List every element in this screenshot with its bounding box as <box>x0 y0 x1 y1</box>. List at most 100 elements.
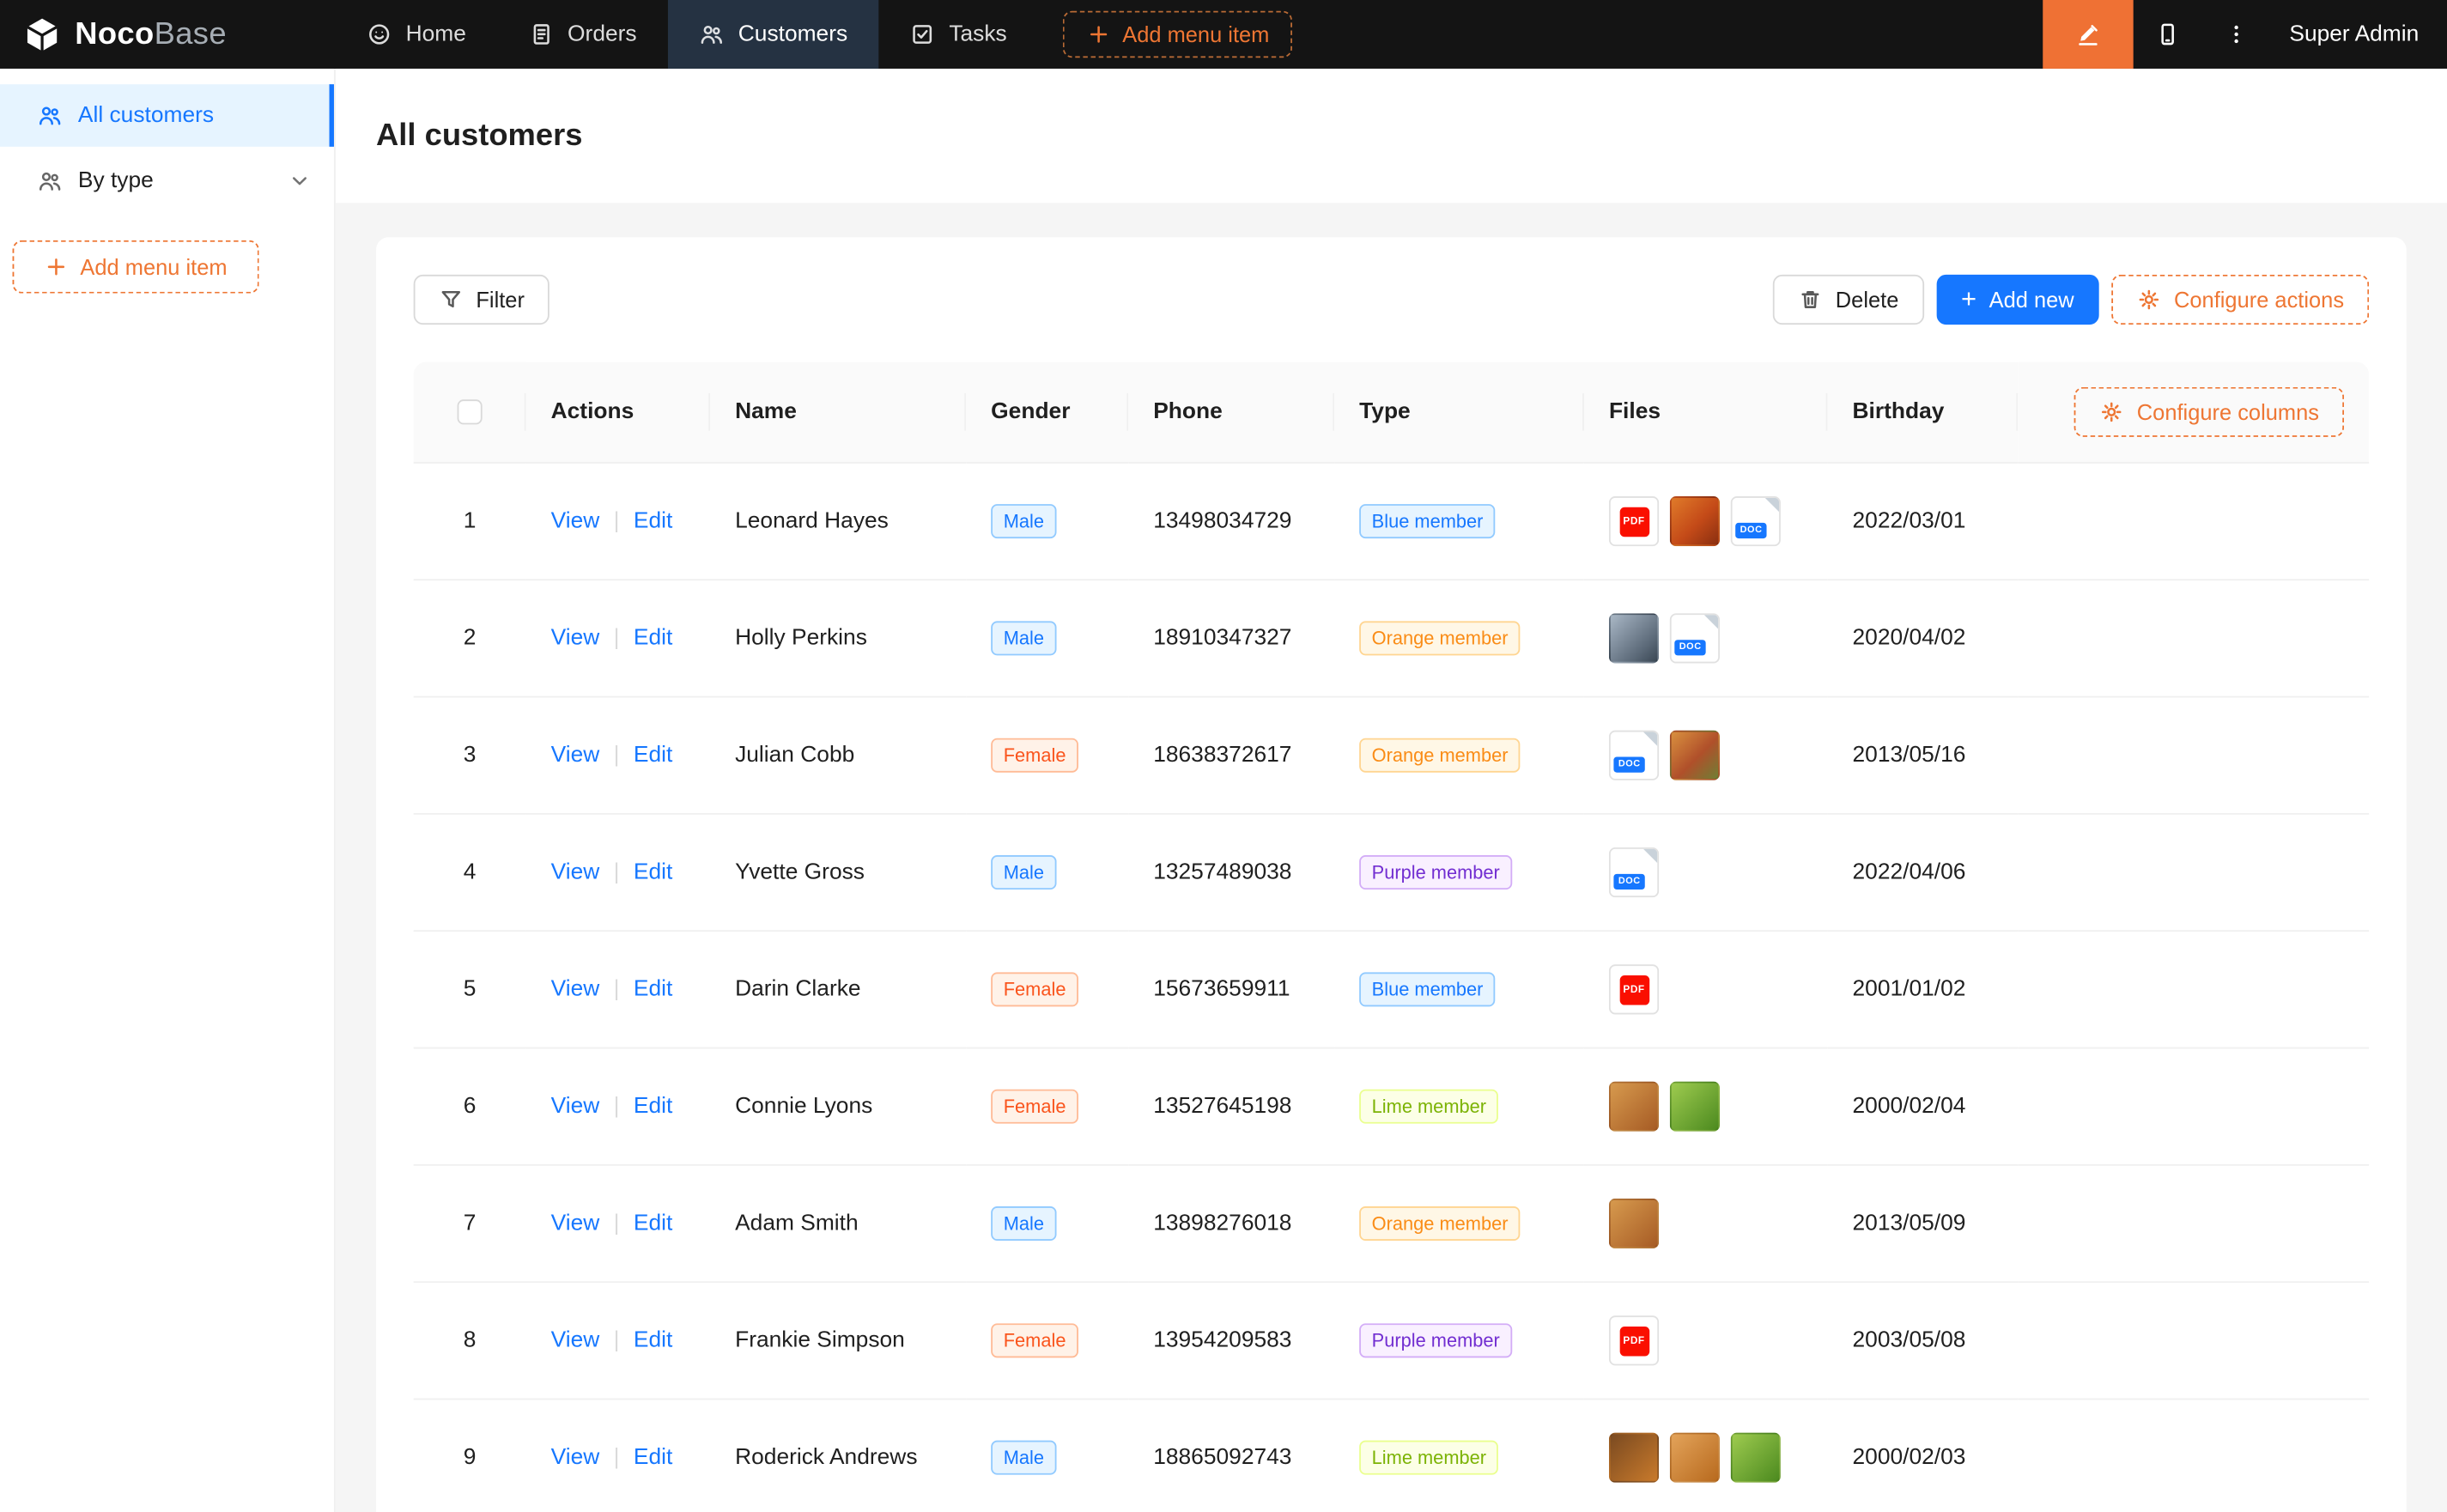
pdf-file-thumbnail[interactable]: PDF <box>1609 1315 1659 1365</box>
edit-link[interactable]: Edit <box>634 1445 672 1470</box>
table-row: 7View|EditAdam SmithMale13898276018Orang… <box>414 1165 2369 1282</box>
image-thumbnail[interactable] <box>1609 1082 1659 1132</box>
top-navbar: NocoBase HomeOrdersCustomersTasks Add me… <box>0 0 2447 69</box>
files-cell: PDF <box>1584 931 1828 1047</box>
edit-link[interactable]: Edit <box>634 1211 672 1236</box>
pdf-file-thumbnail[interactable]: PDF <box>1609 496 1659 546</box>
view-link[interactable]: View <box>551 1211 600 1236</box>
add-menu-item-button[interactable]: Add menu item <box>1063 11 1293 58</box>
gender-cell: Female <box>966 931 1128 1047</box>
image-thumbnail[interactable] <box>1609 1433 1659 1483</box>
edit-link[interactable]: Edit <box>634 743 672 768</box>
doc-file-thumbnail[interactable]: DOC <box>1609 731 1659 780</box>
sidebar-item-by-type[interactable]: By type <box>0 149 334 212</box>
row-index-cell: 6 <box>414 1048 526 1165</box>
view-link[interactable]: View <box>551 1328 600 1353</box>
doc-file-thumbnail[interactable]: DOC <box>1670 613 1720 663</box>
image-thumbnail[interactable] <box>1609 1199 1659 1248</box>
row-actions-cell: View|Edit <box>526 814 710 931</box>
sidebar-item-all-customers[interactable]: All customers <box>0 84 334 147</box>
gender-tag: Male <box>991 621 1056 655</box>
more-menu-button[interactable] <box>2202 0 2271 69</box>
customers-icon <box>699 21 724 46</box>
pdf-icon: PDF <box>1619 507 1649 537</box>
edit-link[interactable]: Edit <box>634 860 672 885</box>
action-separator: | <box>614 1328 620 1353</box>
action-separator: | <box>614 1211 620 1236</box>
select-all-checkbox[interactable] <box>458 399 483 424</box>
image-thumbnail[interactable] <box>1670 731 1720 780</box>
files-cell <box>1584 1399 1828 1512</box>
view-link[interactable]: View <box>551 977 600 1002</box>
spacer-cell <box>2018 697 2369 814</box>
ui-editor-button[interactable] <box>2043 0 2133 69</box>
gender-cell: Female <box>966 1282 1128 1399</box>
tab-tasks[interactable]: Tasks <box>879 0 1039 69</box>
doc-file-thumbnail[interactable]: DOC <box>1609 847 1659 897</box>
pdf-file-thumbnail[interactable]: PDF <box>1609 964 1659 1014</box>
type-cell: Orange member <box>1334 580 1584 696</box>
birthday-cell: 2013/05/16 <box>1827 697 2018 814</box>
highlighter-icon <box>2075 21 2100 46</box>
phone-cell: 13954209583 <box>1128 1282 1334 1399</box>
trash-icon <box>1798 287 1823 312</box>
row-actions-cell: View|Edit <box>526 697 710 814</box>
edit-link[interactable]: Edit <box>634 977 672 1002</box>
member-type-tag: Orange member <box>1359 621 1521 655</box>
image-thumbnail[interactable] <box>1670 496 1720 546</box>
view-link[interactable]: View <box>551 860 600 885</box>
gender-cell: Male <box>966 1165 1128 1282</box>
add-menu-item-label: Add menu item <box>1122 21 1269 46</box>
customers-table: Actions Name Gender Phone Type Files Bir… <box>414 362 2369 1512</box>
doc-icon: DOC <box>1613 757 1645 773</box>
user-name[interactable]: Super Admin <box>2271 21 2447 46</box>
phone-cell: 15673659911 <box>1128 931 1334 1047</box>
view-link[interactable]: View <box>551 1445 600 1470</box>
sidebar-menu: All customersBy type <box>0 84 334 212</box>
sidebar-add-menu-item-button[interactable]: Add menu item <box>13 240 259 294</box>
header-cell-birthday: Birthday <box>1827 362 2018 463</box>
table-row: 1View|EditLeonard HayesMale13498034729Bl… <box>414 463 2369 580</box>
mobile-view-button[interactable] <box>2134 0 2202 69</box>
add-new-button[interactable]: + Add new <box>1936 275 2099 325</box>
view-link[interactable]: View <box>551 743 600 768</box>
tab-home[interactable]: Home <box>336 0 497 69</box>
image-thumbnail[interactable] <box>1609 613 1659 663</box>
table-row: 9View|EditRoderick AndrewsMale1886509274… <box>414 1399 2369 1512</box>
phone-cell: 13527645198 <box>1128 1048 1334 1165</box>
doc-file-thumbnail[interactable]: DOC <box>1731 496 1781 546</box>
header-cell-name: Name <box>710 362 966 463</box>
tab-customers[interactable]: Customers <box>668 0 879 69</box>
birthday-cell: 2022/04/06 <box>1827 814 2018 931</box>
member-type-tag: Lime member <box>1359 1090 1498 1124</box>
edit-link[interactable]: Edit <box>634 626 672 651</box>
topbar-right: Super Admin <box>2043 0 2447 69</box>
edit-link[interactable]: Edit <box>634 1328 672 1353</box>
edit-link[interactable]: Edit <box>634 509 672 534</box>
view-link[interactable]: View <box>551 509 600 534</box>
image-thumbnail[interactable] <box>1670 1433 1720 1483</box>
filter-button[interactable]: Filter <box>414 275 550 325</box>
tab-orders[interactable]: Orders <box>497 0 668 69</box>
image-thumbnail[interactable] <box>1731 1433 1781 1483</box>
configure-actions-button[interactable]: Configure actions <box>2111 275 2369 325</box>
pdf-icon: PDF <box>1619 975 1649 1005</box>
page-fold <box>1643 732 1657 745</box>
logo-text: NocoBase <box>75 16 227 52</box>
name-cell: Julian Cobb <box>710 697 966 814</box>
gender-tag: Male <box>991 1441 1056 1475</box>
type-cell: Blue member <box>1334 463 1584 580</box>
configure-actions-label: Configure actions <box>2174 287 2344 312</box>
view-link[interactable]: View <box>551 1094 600 1119</box>
gender-cell: Male <box>966 814 1128 931</box>
files-cell <box>1584 1048 1828 1165</box>
delete-button[interactable]: Delete <box>1773 275 1923 325</box>
files-cell: DOC <box>1584 697 1828 814</box>
image-thumbnail[interactable] <box>1670 1082 1720 1132</box>
spacer-cell <box>2018 1399 2369 1512</box>
configure-columns-button[interactable]: Configure columns <box>2074 387 2344 437</box>
action-separator: | <box>614 509 620 534</box>
view-link[interactable]: View <box>551 626 600 651</box>
edit-link[interactable]: Edit <box>634 1094 672 1119</box>
sidebar-add-menu-item-label: Add menu item <box>80 254 227 279</box>
